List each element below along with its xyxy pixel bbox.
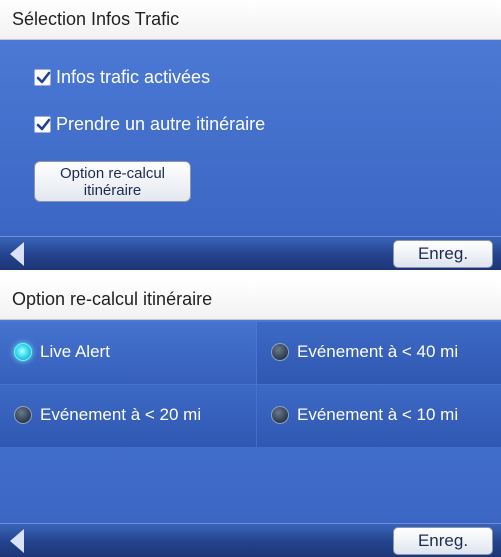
radio-option-20mi[interactable]: Evénement à < 20 mi [0, 385, 256, 447]
recalc-option-button-line2: itinéraire [83, 182, 142, 199]
checkmark-icon [36, 71, 51, 84]
checkmark-icon [36, 118, 51, 131]
page-title: Sélection Infos Trafic [0, 0, 501, 40]
alternate-route-checkbox[interactable] [34, 116, 51, 133]
traffic-enabled-checkbox-row[interactable]: Infos trafic activées [34, 66, 284, 90]
radio-option-label: Live Alert [40, 342, 110, 361]
options-panel: Live Alert Evénement à < 40 mi Evénement… [0, 320, 501, 523]
radio-option-10mi[interactable]: Evénement à < 10 mi [257, 385, 501, 447]
save-button[interactable]: Enreg. [393, 527, 493, 555]
radio-unselected-icon[interactable] [271, 406, 289, 424]
radio-unselected-icon[interactable] [271, 343, 289, 361]
radio-option-40mi[interactable]: Evénement à < 40 mi [257, 322, 501, 384]
recalc-option-screen: Option re-calcul itinéraire Live Alert E… [0, 280, 501, 557]
radio-option-live-alert[interactable]: Live Alert [0, 322, 256, 384]
settings-panel: Infos trafic activées Prendre un autre i… [0, 40, 501, 236]
recalc-option-button[interactable]: Option re-calcul itinéraire [34, 161, 191, 202]
bottom-toolbar: Enreg. [0, 523, 501, 557]
traffic-enabled-checkbox[interactable] [34, 69, 51, 86]
radio-option-label: Evénement à < 20 mi [40, 405, 202, 424]
back-arrow-icon[interactable] [10, 529, 24, 553]
traffic-enabled-label: Infos trafic activées [56, 67, 211, 87]
radio-option-label: Evénement à < 10 mi [297, 405, 459, 424]
bottom-toolbar: Enreg. [0, 236, 501, 270]
recalc-option-button-line1: Option re-calcul [59, 165, 166, 182]
alternate-route-label: Prendre un autre itinéraire [56, 114, 266, 134]
alternate-route-checkbox-row[interactable]: Prendre un autre itinéraire [34, 113, 314, 137]
back-arrow-icon[interactable] [10, 242, 24, 266]
page-title: Option re-calcul itinéraire [0, 280, 501, 320]
radio-unselected-icon[interactable] [14, 406, 32, 424]
traffic-info-screen: Sélection Infos Trafic Infos trafic acti… [0, 0, 501, 272]
radio-selected-icon[interactable] [14, 343, 32, 361]
save-button[interactable]: Enreg. [393, 240, 493, 268]
radio-option-label: Evénement à < 40 mi [297, 342, 459, 361]
